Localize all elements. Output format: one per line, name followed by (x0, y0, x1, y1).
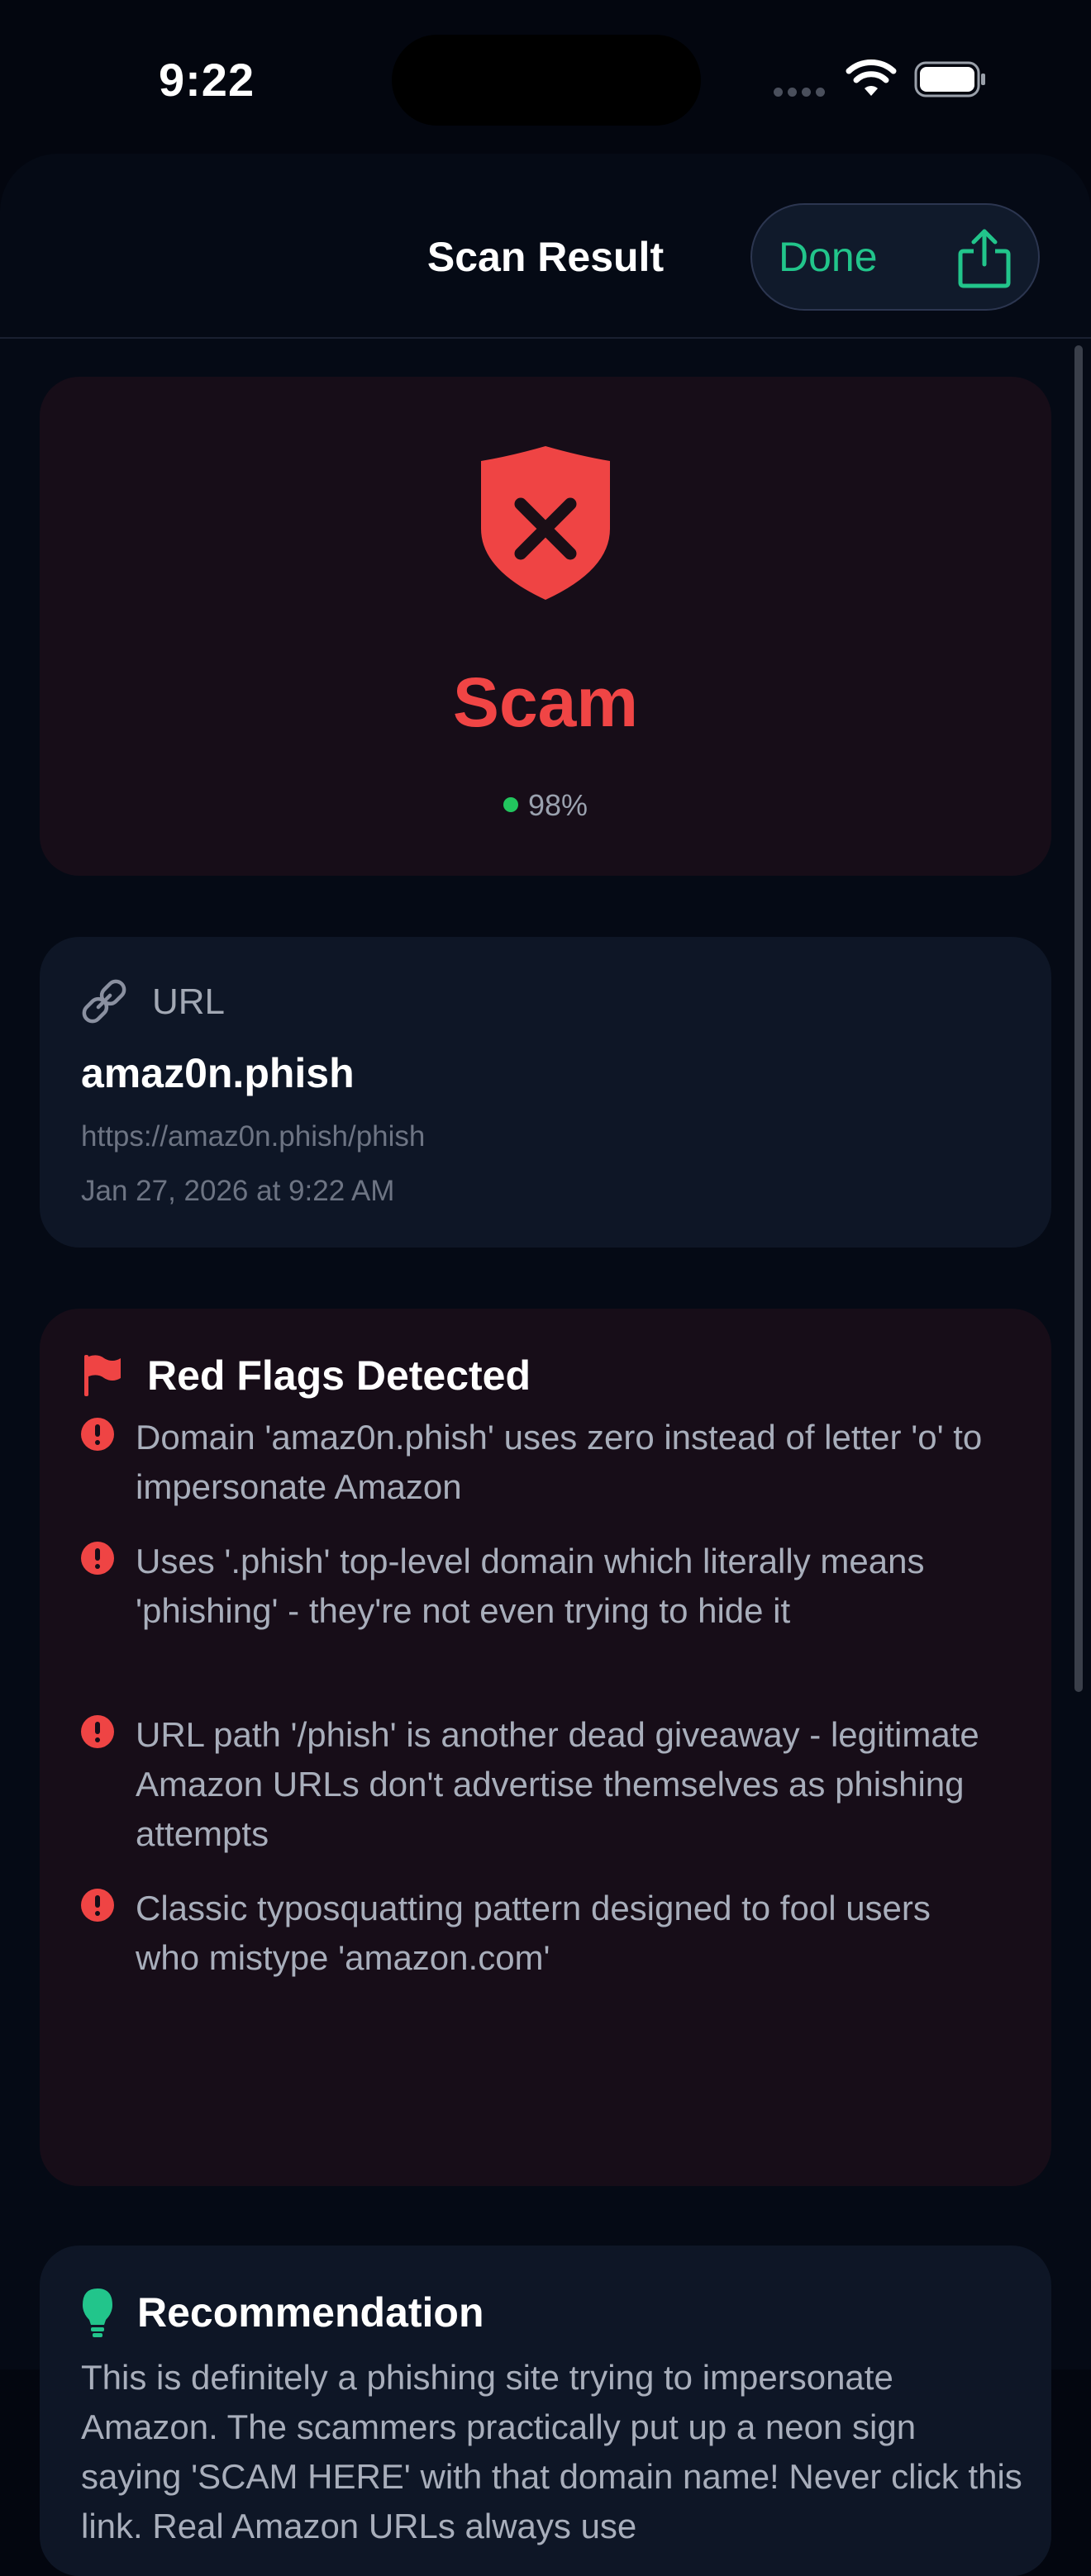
confidence-value: 98% (527, 788, 588, 822)
red-flag-text: URL path '/phish' is another dead giveaw… (136, 1715, 979, 1853)
url-card: URL amaz0n.phish https://amaz0n.phish/ph… (40, 937, 1051, 1248)
flag-icon (84, 1355, 121, 1396)
share-icon[interactable] (955, 226, 1013, 289)
done-button[interactable]: Done (779, 233, 878, 281)
dynamic-island (392, 35, 701, 126)
status-bar: 9:22 (0, 0, 1091, 157)
toolbar-pill: Done (750, 203, 1040, 311)
red-flag-text: Classic typosquatting pattern designed t… (136, 1889, 931, 1977)
confidence-score: 98% (40, 788, 1051, 823)
recommendation-card: Recommendation This is definitely a phis… (40, 2246, 1051, 2576)
scrollbar[interactable] (1074, 345, 1083, 1692)
alert-icon (81, 1715, 114, 1748)
scan-result-sheet: Scan Result Done Scam 98% URL amaz0n.phi… (0, 154, 1091, 2576)
cellular-signal-icon (774, 86, 830, 101)
red-flag-text: Uses '.phish' top-level domain which lit… (136, 1542, 925, 1630)
alert-icon (81, 1542, 114, 1575)
confidence-dot (503, 797, 518, 812)
url-domain: amaz0n.phish (81, 1050, 355, 1096)
recommendation-text: This is definitely a phishing site tryin… (81, 2358, 1022, 2545)
wifi-icon (846, 59, 897, 96)
red-flags-card: Red Flags Detected Domain 'amaz0n.phish'… (40, 1309, 1051, 2186)
verdict-card: Scam 98% (40, 377, 1051, 876)
url-type-label: URL (152, 981, 226, 1022)
navigation-bar: Scan Result Done (0, 154, 1091, 339)
lightbulb-icon (83, 2288, 112, 2337)
status-time: 9:22 (159, 54, 255, 106)
alert-icon (81, 1418, 114, 1451)
recommendation-title: Recommendation (137, 2289, 484, 2336)
red-flags-title: Red Flags Detected (147, 1352, 531, 1399)
scan-timestamp: Jan 27, 2026 at 9:22 AM (81, 1175, 395, 1207)
verdict-label: Scam (452, 663, 639, 741)
link-icon (82, 979, 126, 1024)
red-flag-text: Domain 'amaz0n.phish' uses zero instead … (136, 1418, 983, 1506)
battery-icon (914, 61, 985, 97)
url-full: https://amaz0n.phish/phish (81, 1120, 426, 1153)
alert-icon (81, 1889, 114, 1922)
shield-x-icon (481, 446, 610, 600)
